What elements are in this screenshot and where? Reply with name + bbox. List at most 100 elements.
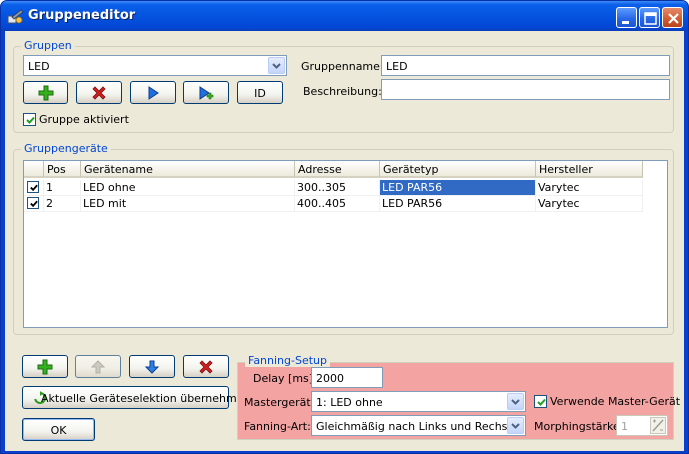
row-address-cell: 300..305 bbox=[295, 180, 380, 196]
fanning-mode-select[interactable]: Gleichmäßig nach Links und Rechs bbox=[311, 415, 526, 436]
id-button[interactable]: ID bbox=[237, 81, 283, 104]
fanning-mode-label: Fanning-Art: bbox=[244, 420, 311, 433]
row-manufacturer-cell: Varytec bbox=[536, 180, 643, 196]
fanning-mode-value: Gleichmäßig nach Links und Rechs bbox=[316, 420, 508, 433]
checkmark-icon bbox=[537, 398, 546, 406]
morphing-strength-label: Morphingstärke: bbox=[534, 420, 624, 433]
ok-button[interactable]: OK bbox=[22, 418, 95, 441]
description-label: Beschreibung: bbox=[303, 85, 382, 98]
row-address-cell: 400..405 bbox=[295, 196, 380, 212]
row-address: 400..405 bbox=[297, 197, 346, 210]
arrow-up-icon bbox=[90, 359, 106, 373]
app-icon bbox=[7, 9, 24, 24]
apply-selection-button[interactable]: Aktuelle Geräteselektion übernehmen bbox=[22, 386, 251, 409]
row-type-cell[interactable]: LED PAR56 bbox=[380, 180, 536, 196]
column-header-manufacturer[interactable]: Hersteller bbox=[536, 161, 643, 178]
maximize-icon bbox=[644, 12, 657, 25]
column-header-type-label: Gerätetyp bbox=[383, 163, 439, 176]
group-name-label: Gruppenname: bbox=[301, 60, 384, 73]
gruppen-legend: Gruppen bbox=[21, 39, 75, 52]
chevron-down-icon bbox=[272, 63, 281, 69]
row-checkbox[interactable] bbox=[27, 181, 39, 193]
checkmark-icon bbox=[30, 200, 38, 208]
play-icon bbox=[148, 85, 159, 100]
play-add-group-button[interactable] bbox=[183, 81, 229, 104]
row-manufacturer: Varytec bbox=[538, 197, 580, 210]
arrow-down-icon bbox=[144, 360, 160, 374]
row-manufacturer: Varytec bbox=[538, 181, 580, 194]
row-name: LED mit bbox=[83, 197, 127, 210]
column-header-pos[interactable]: Pos bbox=[44, 161, 81, 178]
row-checkbox[interactable] bbox=[27, 197, 39, 209]
row-type: LED PAR56 bbox=[382, 181, 443, 194]
master-device-dropdown-button[interactable] bbox=[507, 393, 524, 410]
delete-group-button[interactable] bbox=[76, 81, 122, 104]
fanning-mode-dropdown-button[interactable] bbox=[507, 417, 524, 434]
column-header-check[interactable] bbox=[24, 161, 44, 178]
row-pos: 1 bbox=[46, 181, 53, 194]
maximize-button[interactable] bbox=[639, 7, 660, 28]
apply-selection-label: Aktuelle Geräteselektion übernehmen bbox=[41, 392, 251, 405]
use-master-checkbox[interactable] bbox=[534, 395, 547, 408]
spin-slider-icon[interactable] bbox=[650, 417, 666, 434]
column-header-address-label: Adresse bbox=[298, 163, 342, 176]
column-header-pos-label: Pos bbox=[47, 163, 66, 176]
row-pos-cell: 1 bbox=[44, 180, 81, 196]
column-header-manufacturer-label: Hersteller bbox=[539, 163, 593, 176]
delay-value: 2000 bbox=[316, 372, 344, 385]
play-plus-icon bbox=[199, 85, 214, 100]
row-type-cell: LED PAR56 bbox=[380, 196, 536, 212]
master-device-value: 1: LED ohne bbox=[316, 396, 383, 409]
group-select-value: LED bbox=[28, 60, 50, 73]
delay-label: Delay [ms]: bbox=[253, 372, 317, 385]
column-header-address[interactable]: Adresse bbox=[295, 161, 380, 178]
window-title: Gruppeneditor bbox=[28, 8, 136, 23]
column-header-name[interactable]: Gerätename bbox=[81, 161, 295, 178]
move-up-button[interactable] bbox=[75, 355, 121, 378]
checkmark-icon bbox=[30, 184, 38, 192]
group-select[interactable]: LED bbox=[23, 55, 287, 76]
delete-x-icon bbox=[92, 85, 106, 100]
gruppen-group: Gruppen LED ID Gruppe aktiviert Gruppenn… bbox=[13, 39, 674, 133]
group-select-dropdown-button[interactable] bbox=[268, 57, 285, 74]
row-pos-cell: 2 bbox=[44, 196, 81, 212]
ok-button-label: OK bbox=[50, 424, 67, 437]
column-header-name-label: Gerätename bbox=[84, 163, 153, 176]
delay-input[interactable]: 2000 bbox=[311, 367, 383, 388]
add-group-button[interactable] bbox=[23, 81, 68, 104]
row-checkbox-cell[interactable] bbox=[24, 180, 44, 196]
add-device-button[interactable] bbox=[22, 355, 68, 378]
close-button[interactable] bbox=[662, 7, 683, 28]
fanning-legend: Fanning-Setup bbox=[245, 354, 330, 367]
morphing-strength-value: 1 bbox=[621, 420, 628, 433]
row-name-cell: LED mit bbox=[81, 196, 295, 212]
group-name-value: LED bbox=[386, 60, 408, 73]
description-input[interactable] bbox=[381, 79, 670, 100]
minimize-button[interactable] bbox=[616, 7, 637, 28]
dialog-client-area: Gruppen LED ID Gruppe aktiviert Gruppenn… bbox=[5, 31, 684, 451]
gruppeneditor-window: Gruppeneditor Gruppen LED ID Gruppe akti… bbox=[0, 0, 689, 454]
group-name-input[interactable]: LED bbox=[381, 55, 670, 76]
title-bar[interactable]: Gruppeneditor bbox=[1, 1, 688, 31]
plus-icon bbox=[38, 85, 53, 100]
row-address: 300..305 bbox=[297, 181, 346, 194]
row-checkbox-cell[interactable] bbox=[24, 196, 44, 212]
chevron-down-icon bbox=[511, 423, 520, 429]
use-master-label: Verwende Master-Gerät bbox=[550, 395, 681, 408]
morphing-strength-input[interactable]: 1 bbox=[616, 415, 668, 436]
play-group-button[interactable] bbox=[130, 81, 176, 104]
delete-device-button[interactable] bbox=[183, 355, 229, 378]
move-down-button[interactable] bbox=[129, 355, 175, 378]
column-header-type[interactable]: Gerätetyp bbox=[380, 161, 536, 178]
row-name-cell: LED ohne bbox=[81, 180, 295, 196]
row-name: LED ohne bbox=[83, 181, 136, 194]
master-device-select[interactable]: 1: LED ohne bbox=[311, 391, 526, 412]
devices-legend: Gruppengeräte bbox=[21, 142, 111, 155]
row-pos: 2 bbox=[46, 197, 53, 210]
row-type: LED PAR56 bbox=[382, 197, 443, 210]
master-device-label: Mastergerät: bbox=[244, 396, 315, 409]
checkmark-icon bbox=[26, 116, 35, 124]
devices-list[interactable]: Pos Gerätename Adresse Gerätetyp Herstel… bbox=[23, 160, 668, 328]
group-active-checkbox[interactable] bbox=[23, 113, 36, 126]
plus-icon bbox=[37, 359, 53, 374]
